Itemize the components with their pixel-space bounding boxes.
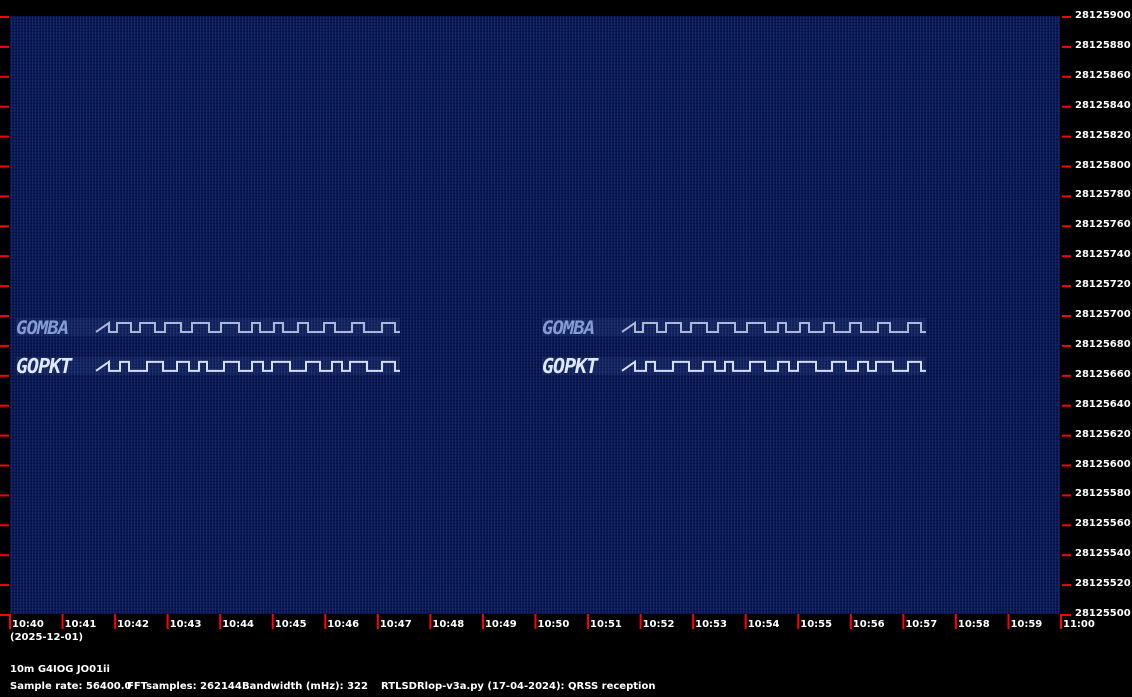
- time-tick-label: 10:40: [12, 619, 44, 630]
- time-tick-label: 10:45: [274, 619, 307, 630]
- frequency-tick-label: 28125660: [1075, 368, 1131, 380]
- frequency-tick-label: 28125620: [1075, 428, 1131, 440]
- frequency-tick-label: 28125540: [1075, 548, 1131, 560]
- frequency-tick-label: 28125700: [1075, 309, 1131, 320]
- time-tick-label: 10:54: [747, 619, 780, 630]
- frequency-tick-label: 28125820: [1075, 129, 1131, 141]
- time-tick-label: 11:00: [1063, 619, 1095, 630]
- time-tick-label: 10:41: [64, 619, 97, 630]
- time-tick-label: 10:52: [642, 619, 675, 630]
- frequency-tick-label: 28125560: [1075, 518, 1131, 530]
- frequency-tick-label: 28125860: [1075, 69, 1131, 81]
- time-tick-label: 10:53: [695, 619, 727, 630]
- frequency-tick-label: 28125720: [1075, 279, 1131, 291]
- signal-trace: GOPKT: [542, 354, 926, 378]
- frequency-tick-label: 28125900: [1075, 10, 1131, 21]
- frequency-tick-label: 28125680: [1075, 338, 1131, 350]
- frequency-tick-label: 28125640: [1075, 398, 1131, 410]
- signal-callsign: GOMBA: [542, 317, 594, 339]
- bandwidth-label: Bandwidth (mHz): 322: [242, 681, 368, 692]
- signal-trace: GOMBA: [542, 317, 926, 339]
- time-tick-label: 10:56: [852, 619, 885, 630]
- time-tick-label: 10:51: [590, 619, 622, 630]
- time-tick-label: 10:59: [1010, 619, 1043, 630]
- station-label: 10m G4IOG JO01ii: [10, 664, 110, 675]
- time-tick-label: 10:42: [117, 619, 149, 630]
- frequency-tick-label: 28125880: [1075, 39, 1131, 51]
- time-tick-label: 10:58: [957, 619, 990, 630]
- signal-callsign: GOMBA: [16, 317, 68, 339]
- signal-callsign: GOPKT: [542, 354, 599, 378]
- frequency-tick-label: 28125800: [1075, 159, 1131, 171]
- signal-trace: GOPKT: [16, 354, 400, 378]
- signal-callsign: GOPKT: [16, 354, 73, 378]
- software-label: RTLSDRlop-v3a.py (17-04-2024): QRSS rece…: [381, 681, 656, 692]
- time-tick-label: 10:49: [484, 619, 517, 630]
- frequency-tick-label: 28125600: [1075, 458, 1131, 470]
- frequency-tick-label: 28125580: [1075, 488, 1131, 500]
- time-tick-label: 10:50: [537, 619, 570, 630]
- frequency-tick-label: 28125760: [1075, 219, 1131, 231]
- fft-samples-label: FFTsamples: 262144: [127, 681, 242, 692]
- frequency-tick-label: 28125780: [1075, 189, 1131, 201]
- signal-trace: GOMBA: [16, 317, 400, 339]
- sample-rate-label: Sample rate: 56400.0: [10, 681, 132, 692]
- spectrogram-overlay: GOMBA GOMBA GOPKT GOPKT: [0, 16, 1071, 629]
- time-tick-label: 10:43: [169, 619, 202, 630]
- frequency-tick-label: 28125840: [1075, 99, 1131, 111]
- date-label: (2025-12-01): [10, 632, 84, 643]
- time-tick-label: 10:46: [327, 619, 360, 630]
- time-tick-label: 10:47: [379, 619, 412, 630]
- time-tick-label: 10:55: [800, 619, 833, 630]
- frequency-tick-label: 28125520: [1075, 578, 1131, 590]
- time-tick-label: 10:44: [222, 619, 255, 630]
- frequency-tick-label: 28125740: [1075, 249, 1131, 261]
- time-tick-label: 10:57: [905, 619, 938, 630]
- time-tick-label: 10:48: [432, 619, 465, 630]
